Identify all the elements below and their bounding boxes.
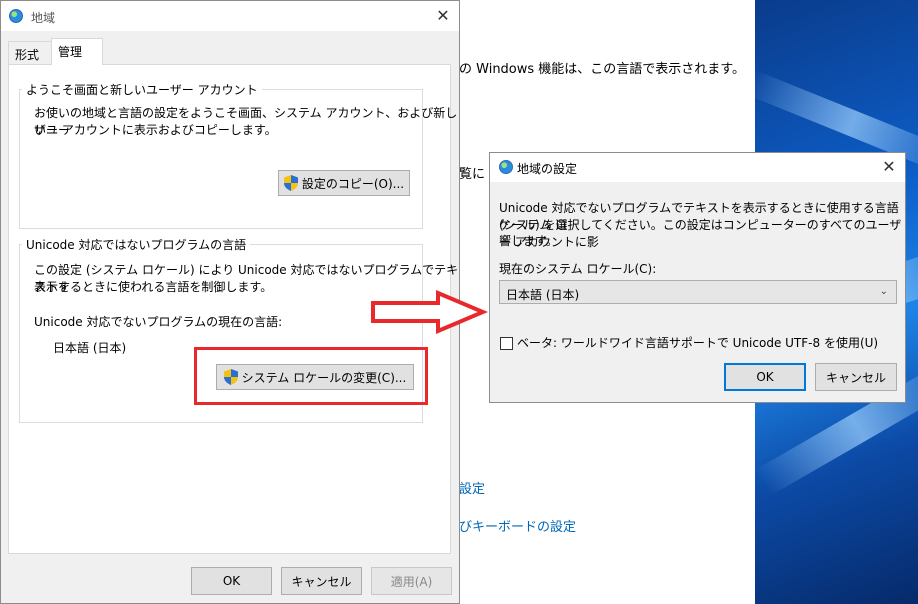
region-settings-dialog: 地域の設定 ✕ Unicode 対応でないプログラムでテキストを表示するときに使… [489, 152, 906, 403]
globe-icon [499, 160, 513, 174]
region-cancel-button[interactable]: キャンセル [281, 567, 362, 595]
region-settings-titlebar: 地域の設定 ✕ [490, 153, 905, 182]
tab-administrative[interactable]: 管理 [51, 38, 103, 65]
globe-icon [9, 9, 23, 23]
region-settings-title: 地域の設定 [517, 162, 578, 176]
settings-cancel-button[interactable]: キャンセル [815, 363, 897, 391]
chevron-down-icon: ⌄ [879, 286, 888, 297]
region-dialog-title: 地域 [31, 11, 56, 25]
welcome-group-title: ようこそ画面と新しいユーザー アカウント [22, 81, 262, 98]
uac-shield-icon [283, 175, 298, 191]
region-apply-button[interactable]: 適用(A) [371, 567, 452, 595]
settings-description-line2: ケール) を選択してください。この設定はコンピューターのすべてのユーザー アカウ… [499, 218, 902, 249]
system-locale-value: 日本語 (日本) [506, 288, 580, 302]
background-text-line2: 覧に [459, 167, 486, 182]
current-language-label: Unicode 対応でないプログラムの現在の言語: [34, 315, 283, 329]
beta-utf8-checkbox[interactable] [500, 337, 513, 350]
settings-ok-button[interactable]: OK [724, 363, 806, 391]
region-titlebar: 地域 ✕ [1, 1, 459, 31]
welcome-description-line2: ザー アカウントに表示およびコピーします。 [34, 123, 277, 137]
close-icon[interactable]: ✕ [880, 158, 898, 176]
beta-utf8-label[interactable]: ベータ: ワールドワイド言語サポートで Unicode UTF-8 を使用(U) [517, 335, 878, 352]
arrow-right-icon [371, 290, 488, 334]
background-link-settings[interactable]: 設定 [459, 478, 485, 497]
system-locale-dropdown[interactable]: 日本語 (日本) ⌄ [499, 280, 897, 304]
background-text-line1: の Windows 機能は、この言語で表示されます。 [459, 62, 745, 77]
copy-settings-button[interactable]: 設定のコピー(O)... [278, 170, 410, 196]
unicode-group-title: Unicode 対応ではないプログラムの言語 [22, 236, 251, 253]
tab-format[interactable]: 形式 [8, 41, 52, 65]
unicode-description-line2: 表示するときに使われる言語を制御します。 [34, 280, 273, 294]
highlight-box [194, 347, 428, 405]
region-ok-button[interactable]: OK [191, 567, 272, 595]
system-locale-label: 現在のシステム ロケール(C): [499, 262, 657, 276]
close-icon[interactable]: ✕ [434, 7, 452, 25]
copy-settings-label: 設定のコピー(O)... [301, 176, 405, 191]
current-language-value: 日本語 (日本) [53, 341, 127, 355]
settings-description-line3: 響します。 [499, 234, 558, 248]
background-link-keyboard[interactable]: びキーボードの設定 [459, 516, 576, 535]
